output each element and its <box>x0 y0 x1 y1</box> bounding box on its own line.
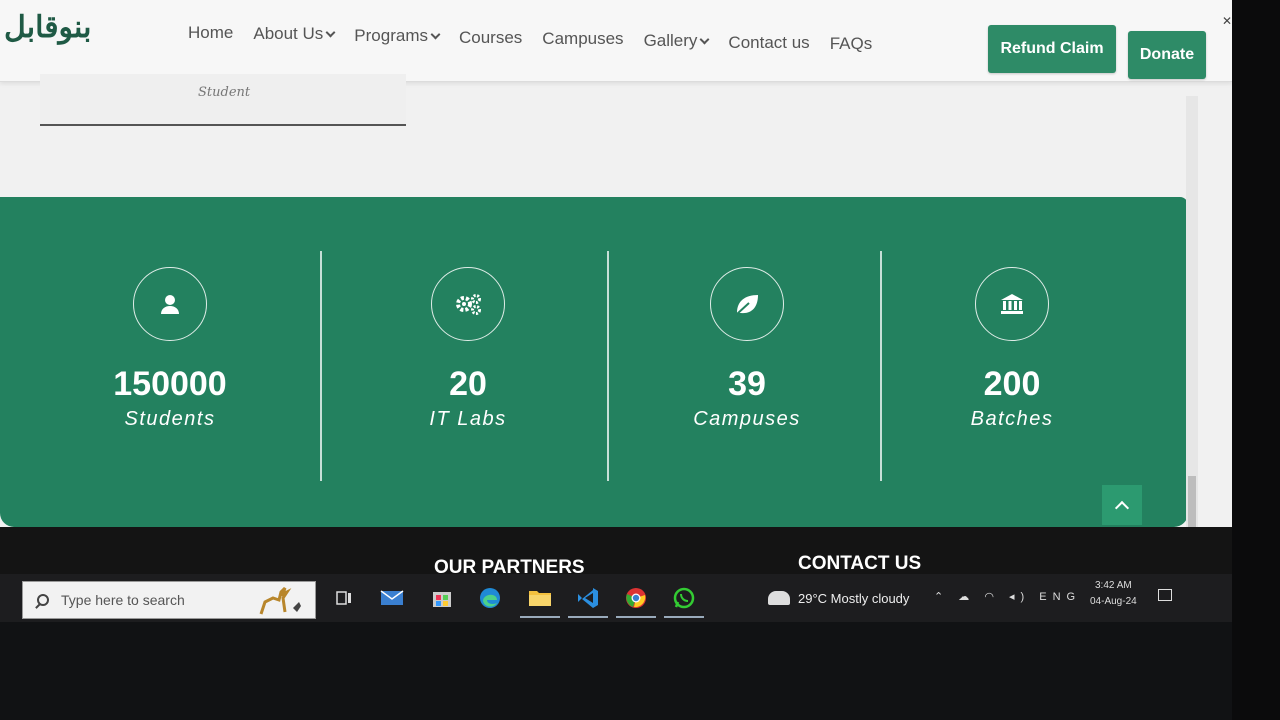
clock-date: 04-Aug-24 <box>1090 596 1137 607</box>
search-placeholder: Type here to search <box>61 592 185 608</box>
app-open-indicator <box>568 616 608 618</box>
nav-programs[interactable]: Programs <box>354 18 441 54</box>
close-icon[interactable]: ✕ <box>1222 14 1232 28</box>
monitor: بنوقابل Home About Us Programs Courses C… <box>0 0 1280 720</box>
stat-icon-ring <box>710 267 784 341</box>
clock-time: 3:42 AM <box>1095 580 1132 591</box>
site-header: بنوقابل Home About Us Programs Courses C… <box>0 0 1232 82</box>
edge-icon[interactable] <box>476 584 504 612</box>
stat-campuses: 39 Campuses <box>647 267 847 431</box>
nav-campuses[interactable]: Campuses <box>542 24 623 54</box>
taskbar-clock[interactable]: 3:42 AM 04-Aug-24 <box>1090 578 1137 610</box>
cloud-icon <box>768 591 790 605</box>
search-highlight-image <box>259 586 301 615</box>
system-tray-icons[interactable]: ⌃ ☁ ◠ ◂) ENG <box>934 590 1081 603</box>
nav-courses[interactable]: Courses <box>459 22 522 54</box>
nav-campuses-label: Campuses <box>542 29 624 48</box>
nav-contact-us[interactable]: Contact us <box>728 31 809 54</box>
student-caption: Student <box>198 85 251 100</box>
chevron-up-icon[interactable]: ⌃ <box>934 591 949 603</box>
notification-icon[interactable] <box>1158 589 1172 601</box>
nav-contact-label: Contact us <box>728 32 810 52</box>
weather-widget[interactable]: 29°C Mostly cloudy <box>768 574 909 622</box>
chevron-down-icon <box>325 27 336 37</box>
nav-faqs[interactable]: FAQs <box>830 34 873 54</box>
donate-button[interactable]: Donate <box>1128 31 1206 79</box>
monitor-bezel <box>1232 0 1280 720</box>
wifi-icon[interactable]: ◠ <box>984 591 1000 603</box>
app-open-indicator <box>616 616 656 618</box>
vscode-icon[interactable] <box>568 584 608 618</box>
bank-icon <box>1001 294 1023 314</box>
chrome-icon[interactable] <box>616 584 656 618</box>
nav-courses-label: Courses <box>458 28 523 47</box>
nav-about-label: About Us <box>253 24 324 43</box>
stat-students: 150000 Students <box>70 267 270 431</box>
nav-programs-label: Programs <box>354 26 428 45</box>
stat-value: 150000 <box>113 365 227 403</box>
onedrive-icon[interactable]: ☁ <box>958 591 975 603</box>
stat-divider <box>320 251 322 481</box>
file-explorer-icon[interactable] <box>520 584 560 618</box>
browser-viewport: بنوقابل Home About Us Programs Courses C… <box>0 0 1232 622</box>
stat-value: 20 <box>449 365 487 403</box>
stat-icon-ring <box>133 267 207 341</box>
language-indicator[interactable]: ENG <box>1039 591 1081 603</box>
nav-gallery-label: Gallery <box>643 31 698 50</box>
app-open-indicator <box>520 616 560 618</box>
contact-heading: CONTACT US <box>798 553 922 574</box>
chevron-up-icon <box>1114 500 1130 516</box>
stat-label: Batches <box>970 408 1054 430</box>
stats-band: 150000 Students 20 IT Labs 39 Campuses 2… <box>0 197 1188 527</box>
chevron-down-icon <box>699 34 710 44</box>
app-open-indicator <box>664 616 704 618</box>
user-icon <box>161 295 179 314</box>
page-scrollbar[interactable] <box>1186 96 1198 566</box>
stat-icon-ring <box>975 267 1049 341</box>
nav-about-us[interactable]: About Us <box>253 14 336 54</box>
store-icon[interactable] <box>428 584 456 612</box>
volume-icon[interactable]: ◂) <box>1009 591 1030 603</box>
task-view-icon[interactable] <box>330 584 358 612</box>
stat-batches: 200 Batches <box>912 267 1112 431</box>
stat-icon-ring <box>431 267 505 341</box>
stat-it-labs: 20 IT Labs <box>368 267 568 431</box>
whatsapp-icon[interactable] <box>664 584 704 618</box>
mail-icon[interactable] <box>378 584 406 612</box>
stat-value: 200 <box>983 365 1041 403</box>
stat-value: 39 <box>728 365 766 403</box>
taskbar-search-box[interactable]: Type here to search <box>22 581 316 619</box>
main-nav: Home About Us Programs Courses Campuses … <box>188 12 892 54</box>
gears-icon <box>456 294 481 315</box>
stat-divider <box>880 251 882 481</box>
stat-label: Campuses <box>693 408 801 430</box>
logo-text: بنوقابل <box>4 10 93 45</box>
nav-home[interactable]: Home <box>188 12 233 54</box>
student-card: Student <box>40 74 406 126</box>
scroll-to-top-button[interactable] <box>1102 485 1142 525</box>
stat-divider <box>607 251 609 481</box>
chevron-down-icon <box>430 29 441 39</box>
nav-gallery[interactable]: Gallery <box>643 28 710 54</box>
nav-faqs-label: FAQs <box>829 34 873 53</box>
nav-home-label: Home <box>188 23 234 42</box>
stat-label: Students <box>124 408 216 430</box>
stat-label: IT Labs <box>429 408 507 430</box>
site-logo[interactable]: بنوقابل <box>0 2 93 64</box>
windows-taskbar: Type here to search 29°C Mostly cloudy ⌃… <box>0 574 1232 622</box>
search-icon <box>37 594 49 606</box>
weather-text: 29°C Mostly cloudy <box>798 590 910 606</box>
leaf-icon <box>736 295 758 315</box>
refund-claim-button[interactable]: Refund Claim <box>988 25 1116 73</box>
